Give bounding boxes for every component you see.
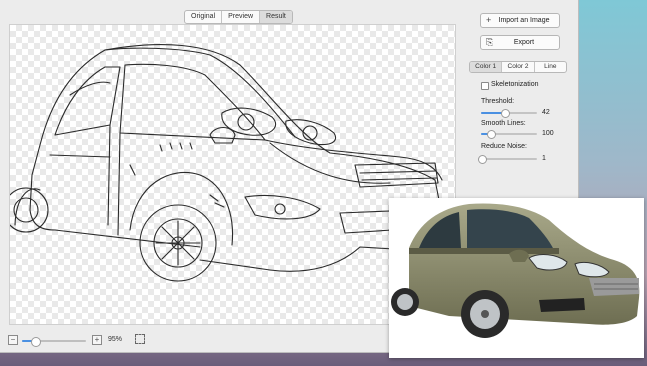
smooth-lines-label: Smooth Lines: [481,120,526,127]
zoom-slider[interactable] [22,337,86,347]
threshold-label: Threshold: [481,98,515,105]
zoom-value: 95% [108,336,123,343]
zoom-out-icon[interactable]: − [8,335,18,345]
fit-to-window-icon[interactable] [135,334,145,344]
smooth-lines-value: 100 [542,130,554,137]
tab-result[interactable]: Result [260,11,292,23]
skeletonization-label: Skeletonization [491,81,539,88]
skeletonization-checkbox[interactable] [481,82,489,90]
tab-color-1[interactable]: Color 1 [470,62,503,72]
export-button[interactable]: ⎘ Export [480,35,560,50]
tab-preview[interactable]: Preview [222,11,261,23]
original-car-photo [389,198,644,358]
threshold-slider[interactable] [481,109,537,118]
smooth-lines-slider-knob[interactable] [487,130,497,139]
zoom-slider-knob[interactable] [30,337,41,347]
reduce-noise-value: 1 [542,155,546,162]
tab-line[interactable]: Line [535,62,566,72]
reduce-noise-label: Reduce Noise: [481,143,527,150]
tab-original[interactable]: Original [185,11,223,23]
view-mode-switch: Original Preview Result [184,10,293,24]
reduce-noise-slider-knob[interactable] [478,155,488,164]
import-image-button[interactable]: + Import an Image [480,13,560,28]
reduce-noise-slider[interactable] [478,155,537,164]
threshold-value: 42 [542,109,550,116]
tab-color-2[interactable]: Color 2 [502,62,535,72]
smooth-lines-slider[interactable] [481,130,537,139]
color-tabs: Color 1 Color 2 Line [469,61,567,73]
car-photo-image [391,203,640,338]
zoom-in-icon[interactable]: + [92,335,102,345]
threshold-slider-knob[interactable] [500,109,510,118]
